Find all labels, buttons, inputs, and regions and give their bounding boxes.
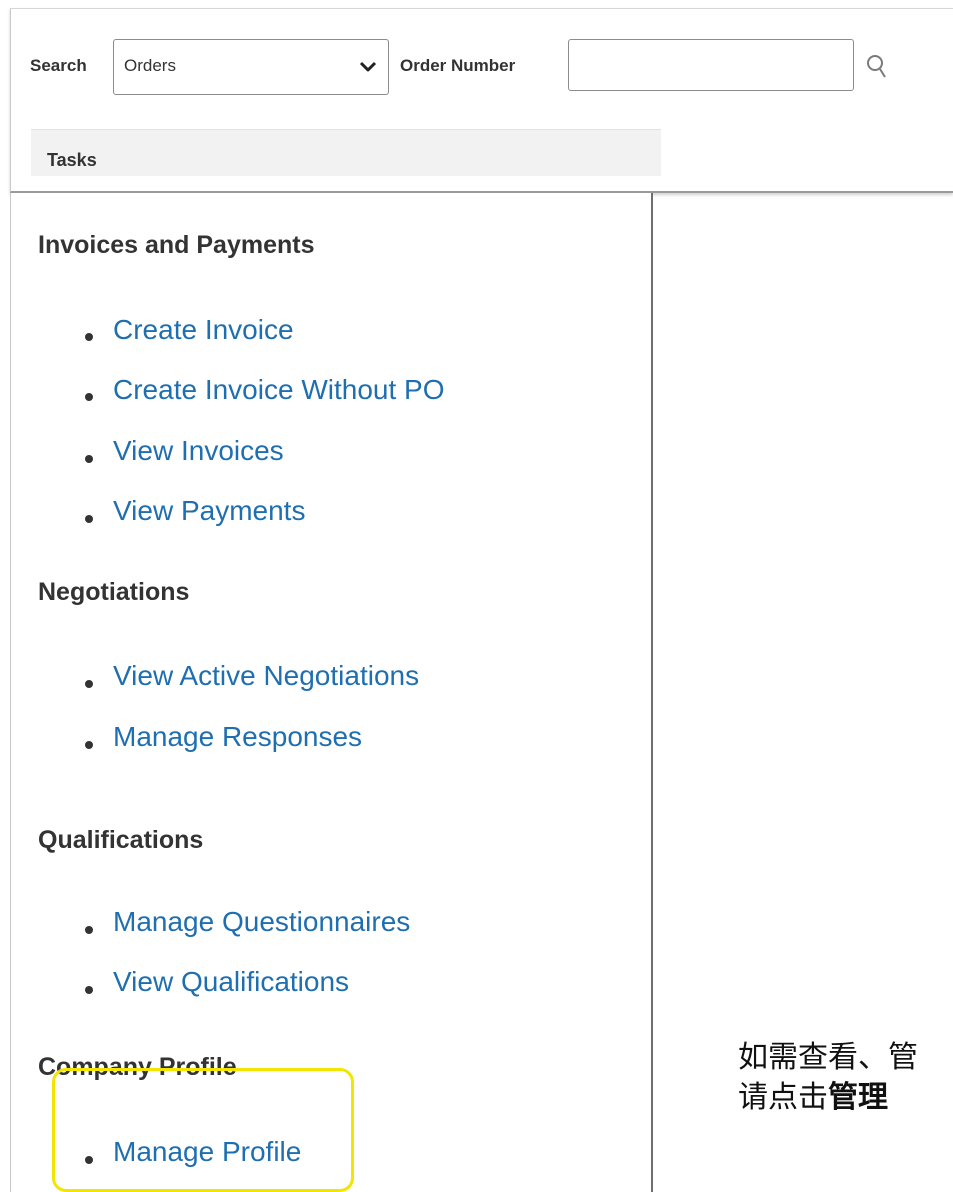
callout-line-1: 如需查看、管: [738, 1032, 918, 1076]
task-view-active-negotiations[interactable]: View Active Negotiations: [113, 660, 419, 692]
task-manage-questionnaires[interactable]: Manage Questionnaires: [113, 906, 410, 938]
order-number-label: Order Number: [400, 56, 516, 75]
bullet: [85, 333, 93, 341]
task-view-invoices[interactable]: View Invoices: [113, 435, 284, 467]
callout-line-2-bold: 管理: [828, 1080, 888, 1115]
search-icon[interactable]: [864, 53, 890, 81]
highlight-box: [52, 1068, 354, 1192]
callout-line-2: 请点击管理: [738, 1072, 888, 1116]
section-title-invoices: Invoices and Payments: [38, 231, 315, 259]
bullet: [85, 680, 93, 688]
bullet: [85, 393, 93, 401]
bullet: [85, 986, 93, 994]
order-number-input[interactable]: [568, 39, 854, 91]
search-label: Search: [30, 56, 87, 75]
task-manage-responses[interactable]: Manage Responses: [113, 721, 362, 753]
section-title-qualifications: Qualifications: [38, 826, 204, 854]
callout-line-2-plain: 请点击: [738, 1080, 828, 1115]
tasks-header-label: Tasks: [47, 150, 97, 170]
bullet: [85, 741, 93, 749]
chevron-down-icon: [359, 61, 377, 72]
task-view-payments[interactable]: View Payments: [113, 495, 305, 527]
section-title-negotiations: Negotiations: [38, 578, 190, 606]
tasks-panel: Invoices and Payments Create Invoice Cre…: [10, 193, 653, 1192]
bullet: [85, 926, 93, 934]
tasks-header: Tasks: [31, 129, 661, 176]
callout-line-1-text: 如需查看、管: [738, 1040, 918, 1075]
search-type-value: Orders: [124, 56, 176, 75]
task-create-invoice[interactable]: Create Invoice: [113, 314, 294, 346]
search-type-select[interactable]: Orders: [113, 39, 389, 95]
task-view-qualifications[interactable]: View Qualifications: [113, 966, 349, 998]
bullet: [85, 455, 93, 463]
task-create-invoice-without-po[interactable]: Create Invoice Without PO: [113, 374, 444, 406]
bullet: [85, 515, 93, 523]
search-panel: Search Orders Order Number Tasks: [10, 8, 953, 193]
